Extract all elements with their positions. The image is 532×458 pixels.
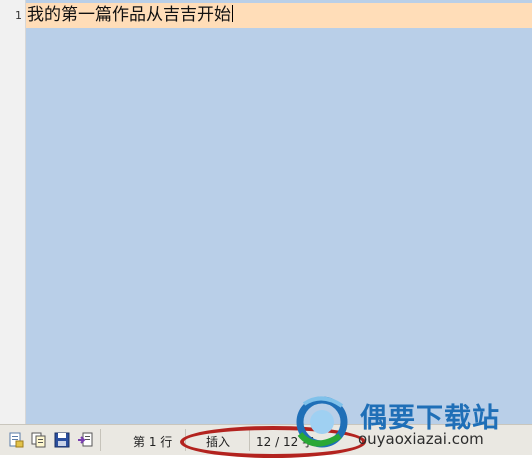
status-separator <box>100 429 101 451</box>
status-line: 第 1 行 <box>133 435 173 449</box>
save-icon[interactable] <box>54 432 70 448</box>
text-cursor <box>232 5 233 22</box>
import-icon[interactable] <box>77 432 93 448</box>
copy-icon[interactable] <box>31 432 47 448</box>
line-number-gutter: 1 <box>0 0 26 424</box>
watermark-logo-icon <box>296 396 348 448</box>
line-number: 1 <box>15 9 22 22</box>
new-document-icon[interactable] <box>8 432 24 448</box>
editor-line[interactable]: 我的第一篇作品从吉吉开始 <box>27 5 233 25</box>
text-editor-area[interactable]: 我的第一篇作品从吉吉开始 <box>26 0 532 424</box>
watermark-site-url: ouyaoxiazai.com <box>358 430 484 448</box>
editor-line-text: 我的第一篇作品从吉吉开始 <box>27 5 231 25</box>
watermark: 偶要下载站 ouyaoxiazai.com <box>292 392 528 452</box>
